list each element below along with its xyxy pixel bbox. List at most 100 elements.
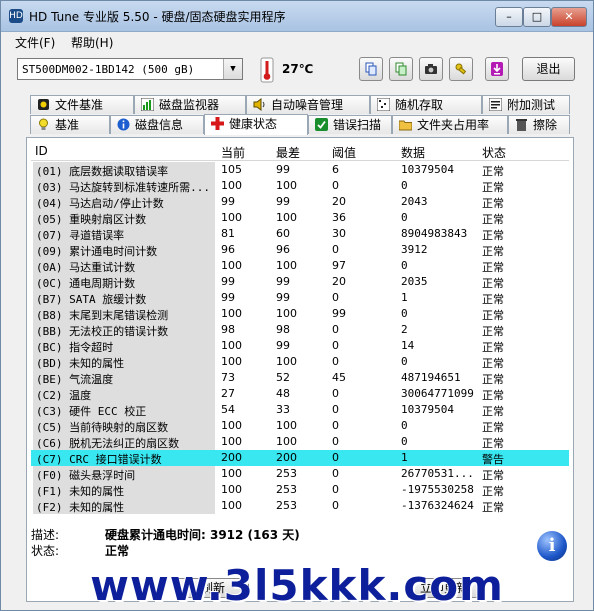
table-row[interactable]: (05) 重映射扇区计数 100 100 36 0 正常 [31,210,569,226]
table-row[interactable]: (F1) 未知的属性 100 253 0 -1975530258 正常 [31,482,569,498]
lightbulb-icon [39,118,48,130]
cell-id-text: (BE) 气流温度 [36,373,114,386]
table-row[interactable]: (0C) 通电周期计数 99 99 20 2035 正常 [31,274,569,290]
info-icon[interactable]: i [537,531,567,561]
options-button[interactable] [449,57,473,81]
cell-data: 1 [401,291,408,304]
cell-status: 正常 [482,373,504,386]
col-status[interactable]: 状态 [482,144,506,161]
menu-help[interactable]: 帮助(H) [71,34,113,51]
table-row[interactable]: (C2) 温度 27 48 0 30064771099 正常 [31,386,569,402]
cell-id: (BD) 未知的属性 [33,354,215,370]
col-threshold[interactable]: 阈值 [332,144,356,161]
cell-id-text: (05) 重映射扇区计数 [36,213,147,226]
cell-data: 26770531... [401,467,474,480]
cell-id-text: (F0) 磁头悬浮时间 [36,469,136,482]
cell-cur: 81 [221,227,235,240]
cell-data: 2035 [401,275,428,288]
tab-file-benchmark[interactable]: 文件基准 [30,95,134,114]
cell-data: 0 [401,435,408,448]
folder-icon [399,120,412,131]
cell-thr: 97 [332,259,346,272]
drive-select[interactable]: ST500DM002-1BD142 (500 gB) ▼ [17,58,243,80]
table-row[interactable]: (C5) 当前待映射的扇区数 100 100 0 0 正常 [31,418,569,434]
table-row[interactable]: (09) 累计通电时间计数 96 96 0 3912 正常 [31,242,569,258]
tab-extra-tests[interactable]: 附加测试 [482,95,570,114]
cell-worst: 100 [276,211,297,224]
table-row[interactable]: (BE) 气流温度 73 52 45 487194651 正常 [31,370,569,386]
cell-id-text: (C2) 温度 [36,389,92,402]
close-button[interactable]: ✕ [551,7,587,27]
tab-error-scan[interactable]: 错误扫描 [308,115,392,134]
cell-cur: 27 [221,387,235,400]
cell-thr: 36 [332,211,346,224]
cell-thr: 6 [332,163,339,176]
table-row[interactable]: (04) 马达启动/停止计数 99 99 20 2043 正常 [31,194,569,210]
thermometer-icon [260,57,274,83]
col-id[interactable]: ID [35,144,48,158]
tab-folder-usage[interactable]: 文件夹占用率 [392,115,508,134]
copy-text-button[interactable] [359,57,383,81]
tab-aam[interactable]: 自动噪音管理 [246,95,370,114]
cell-id-text: (F2) 未知的属性 [36,501,125,514]
chevron-down-icon[interactable]: ▼ [223,59,242,79]
cell-worst: 200 [276,451,297,464]
cell-cur: 100 [221,483,242,496]
col-current[interactable]: 当前 [221,144,245,161]
screenshot-button[interactable] [419,57,443,81]
table-row[interactable]: (C7) CRC 接口错误计数 200 200 0 1 警告 [31,450,569,466]
cell-status: 正常 [482,389,504,402]
cell-id-text: (B8) 末尾到末尾错误检测 [36,309,169,322]
maximize-button[interactable]: □ [523,7,551,27]
cell-status: 正常 [482,325,504,338]
cell-id-text: (03) 马达旋转到标准转速所需... [36,181,210,194]
save-button[interactable] [485,57,509,81]
table-row[interactable]: (B7) SATA 旅缓计数 99 99 0 1 正常 [31,290,569,306]
table-row[interactable]: (B8) 末尾到末尾错误检测 100 100 99 0 正常 [31,306,569,322]
table-row[interactable]: (0A) 马达重试计数 100 100 97 0 正常 [31,258,569,274]
table-row[interactable]: (C6) 脱机无法纠正的扇区数 100 100 0 0 正常 [31,434,569,450]
cell-cur: 100 [221,435,242,448]
table-row[interactable]: (C3) 硬件 ECC 校正 54 33 0 10379504 正常 [31,402,569,418]
tab-benchmark[interactable]: 基准 [30,115,110,134]
table-row[interactable]: (BD) 未知的属性 100 100 0 0 正常 [31,354,569,370]
cell-id: (0A) 马达重试计数 [33,258,215,274]
cell-cur: 100 [221,499,242,512]
tab-erase[interactable]: 擦除 [508,115,570,134]
app-icon: HD [9,9,23,23]
title-bar[interactable]: HD HD Tune 专业版 5.50 - 硬盘/固态硬盘实用程序 – □ ✕ [1,1,593,32]
copy-image-button[interactable] [389,57,413,81]
tab-disk-monitor[interactable]: 磁盘监视器 [134,95,246,114]
cell-status: 正常 [482,213,504,226]
cell-data: -1975530258 [401,483,474,496]
cell-id: (F2) 未知的属性 [33,498,215,514]
table-row[interactable]: (F2) 未知的属性 100 253 0 -1376324624 正常 [31,498,569,514]
cell-id-text: (BD) 未知的属性 [36,357,125,370]
cell-thr: 0 [332,179,339,192]
download-icon [491,62,503,76]
table-row[interactable]: (BB) 无法校正的错误计数 98 98 0 2 正常 [31,322,569,338]
cell-id: (07) 寻道错误率 [33,226,215,242]
cell-status: 正常 [482,245,504,258]
cell-worst: 48 [276,387,290,400]
tab-health[interactable]: 健康状态 [204,114,308,135]
tab-random-access[interactable]: 随机存取 [370,95,482,114]
cell-id-text: (C6) 脱机无法纠正的扇区数 [36,437,180,450]
col-data[interactable]: 数据 [401,144,425,161]
exit-button[interactable]: 退出 [522,57,575,81]
cell-cur: 99 [221,275,235,288]
cell-id: (01) 底层数据读取错误率 [33,162,215,178]
cell-worst: 33 [276,403,290,416]
table-row[interactable]: (03) 马达旋转到标准转速所需... 100 100 0 0 正常 [31,178,569,194]
table-row[interactable]: (F0) 磁头悬浮时间 100 253 0 26770531... 正常 [31,466,569,482]
cell-id: (C7) CRC 接口错误计数 [33,450,215,466]
table-row[interactable]: (01) 底层数据读取错误率 105 99 6 10379504 正常 [31,162,569,178]
tab-disk-info[interactable]: 磁盘信息 [110,115,204,134]
cell-thr: 0 [332,323,339,336]
col-worst[interactable]: 最差 [276,144,300,161]
minimize-button[interactable]: – [495,7,523,27]
cell-cur: 54 [221,403,235,416]
table-row[interactable]: (07) 寻道错误率 81 60 30 8904983843 正常 [31,226,569,242]
table-row[interactable]: (BC) 指令超时 100 99 0 14 正常 [31,338,569,354]
menu-file[interactable]: 文件(F) [15,34,55,51]
